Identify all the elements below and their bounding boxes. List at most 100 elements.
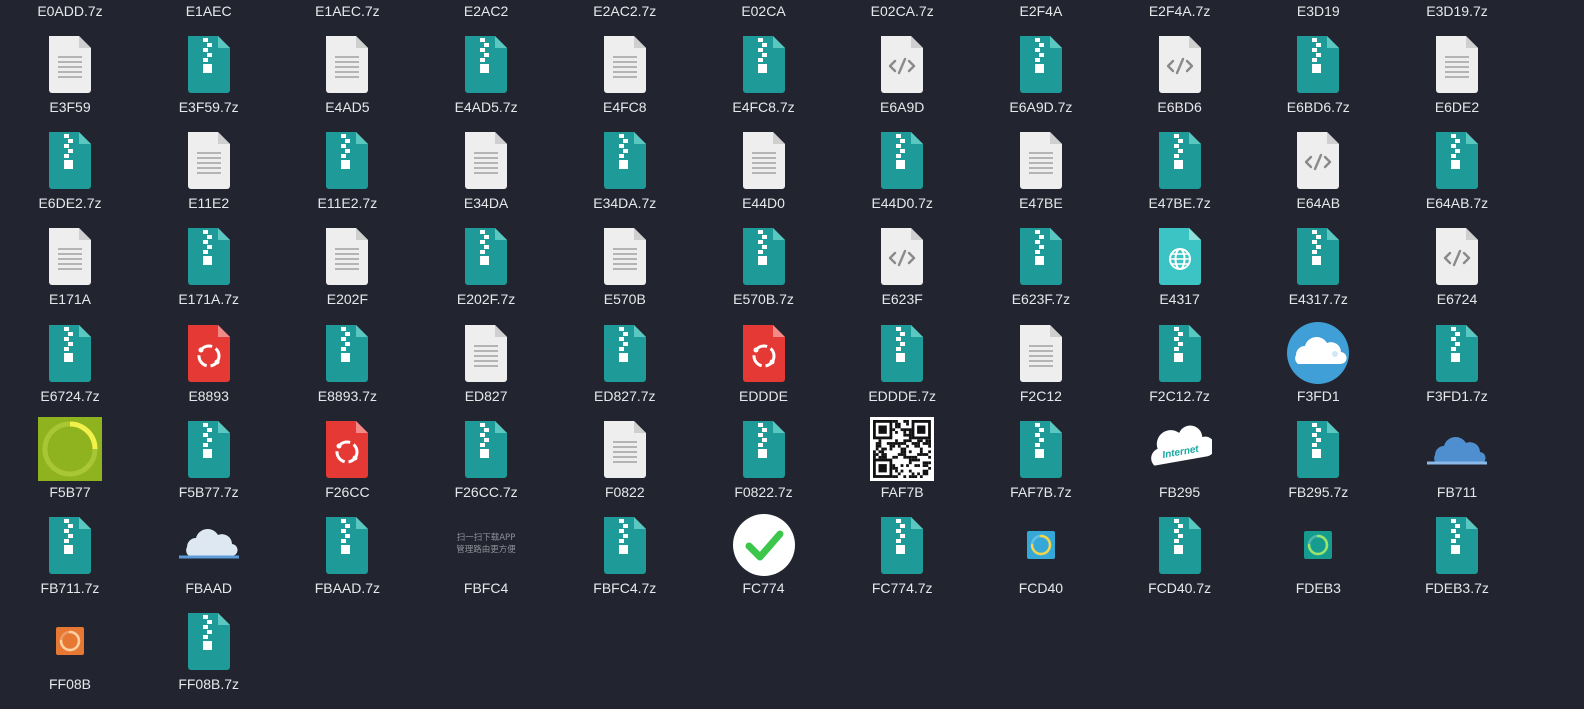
file-item[interactable]: E570B.7z: [704, 223, 824, 319]
file-item[interactable]: F0822.7z: [704, 416, 824, 512]
file-item[interactable]: F26CC.7z: [426, 416, 546, 512]
file-item[interactable]: E4AD5: [287, 31, 407, 127]
archive-icon: [454, 417, 518, 481]
file-item[interactable]: E202F: [287, 223, 407, 319]
file-name-label: E6A9D.7z: [1009, 99, 1073, 115]
file-item[interactable]: FB295.7z: [1258, 416, 1378, 512]
file-item[interactable]: E3F59: [10, 31, 130, 127]
file-item[interactable]: E8893: [149, 320, 269, 416]
file-item[interactable]: E4AD5.7z: [426, 31, 546, 127]
file-item[interactable]: E4317.7z: [1258, 223, 1378, 319]
file-item[interactable]: E202F.7z: [426, 223, 546, 319]
file-item[interactable]: E4317: [1120, 223, 1240, 319]
file-name-label: E34DA.7z: [593, 195, 657, 212]
file-item[interactable]: FCD40.7z: [1120, 512, 1240, 608]
file-item[interactable]: 扫一扫下载APP 管理路由更方便 FBFC4: [426, 512, 546, 608]
document-icon: [593, 417, 657, 481]
archive-icon: [870, 513, 934, 577]
file-item[interactable]: E4FC8.7z: [704, 31, 824, 127]
file-item[interactable]: E34DA.7z: [565, 127, 685, 223]
file-item[interactable]: EDDDE: [704, 320, 824, 416]
file-item[interactable]: F0822: [565, 416, 685, 512]
file-item[interactable]: E6724.7z: [10, 320, 130, 416]
file-item[interactable]: F3FD1.7z: [1397, 320, 1517, 416]
scan-download-text-icon: 扫一扫下载APP 管理路由更方便: [454, 513, 518, 577]
file-name-label: FBAAD.7z: [314, 580, 381, 596]
file-item[interactable]: FC774: [704, 512, 824, 608]
file-item[interactable]: FAF7B: [842, 416, 962, 512]
archive-icon: [593, 321, 657, 385]
file-item[interactable]: Internet FB295: [1120, 416, 1240, 512]
file-item[interactable]: ED827.7z: [565, 320, 685, 416]
file-name-label: E4317: [1159, 291, 1200, 308]
file-item[interactable]: E6724: [1397, 223, 1517, 319]
internet-cloud-icon: Internet: [1148, 417, 1212, 481]
file-name-label: E6BD6: [1157, 99, 1202, 115]
file-item[interactable]: FF08B.7z: [149, 608, 269, 704]
file-item[interactable]: E6BD6: [1120, 31, 1240, 127]
file-item[interactable]: E47BE: [981, 127, 1101, 223]
file-item[interactable]: E570B: [565, 223, 685, 319]
file-item[interactable]: E4FC8: [565, 31, 685, 127]
file-name-label: FBFC4.7z: [593, 580, 657, 596]
file-item[interactable]: F26CC: [287, 416, 407, 512]
cloud-circle-icon: [1286, 321, 1350, 385]
file-item[interactable]: E6DE2.7z: [10, 127, 130, 223]
archive-icon: [870, 321, 934, 385]
file-item[interactable]: F2C12.7z: [1120, 320, 1240, 416]
file-item[interactable]: E47BE.7z: [1120, 127, 1240, 223]
file-item[interactable]: E623F.7z: [981, 223, 1101, 319]
file-item[interactable]: FBAAD.7z: [287, 512, 407, 608]
file-item[interactable]: E44D0: [704, 127, 824, 223]
file-item[interactable]: E34DA: [426, 127, 546, 223]
file-item[interactable]: E6A9D.7z: [981, 31, 1101, 127]
file-item[interactable]: E44D0.7z: [842, 127, 962, 223]
file-item[interactable]: E3F59.7z: [149, 31, 269, 127]
file-item[interactable]: EDDDE.7z: [842, 320, 962, 416]
file-name-label: E6724.7z: [40, 387, 100, 404]
file-item[interactable]: FF08B: [10, 608, 130, 704]
archive-icon: [177, 32, 241, 96]
file-item[interactable]: F2C12: [981, 320, 1101, 416]
archive-icon: [1009, 417, 1073, 481]
file-name-label: E6DE2: [1434, 99, 1480, 115]
file-item[interactable]: E6BD6.7z: [1258, 31, 1378, 127]
file-item[interactable]: E8893.7z: [287, 320, 407, 416]
file-name-label: E8893.7z: [317, 387, 377, 404]
file-item[interactable]: E623F: [842, 223, 962, 319]
file-item[interactable]: FDEB3.7z: [1397, 512, 1517, 608]
file-item[interactable]: FC774.7z: [842, 512, 962, 608]
file-item[interactable]: FDEB3: [1258, 512, 1378, 608]
file-item[interactable]: E11E2.7z: [287, 127, 407, 223]
red-app-file-icon: [732, 321, 796, 385]
file-item[interactable]: E171A.7z: [149, 223, 269, 319]
file-name-label: FB711.7z: [40, 580, 100, 596]
file-item[interactable]: F5B77: [10, 416, 130, 512]
file-item[interactable]: E64AB: [1258, 127, 1378, 223]
file-item[interactable]: FCD40: [981, 512, 1101, 608]
document-icon: [593, 32, 657, 96]
file-item[interactable]: FB711.7z: [10, 512, 130, 608]
document-icon: [593, 224, 657, 288]
file-name-label: E2F4A.7z: [1148, 3, 1211, 19]
file-name-label: E2F4A: [1019, 3, 1063, 19]
loading-ring-green-icon: [38, 416, 102, 481]
file-item[interactable]: E6DE2: [1397, 31, 1517, 127]
file-name-label: E570B: [603, 291, 646, 308]
file-name-label: E4FC8: [603, 99, 647, 115]
file-item[interactable]: ED827: [426, 320, 546, 416]
archive-icon: [177, 224, 241, 288]
file-item[interactable]: F3FD1: [1258, 320, 1378, 416]
file-item[interactable]: FBAAD: [149, 512, 269, 608]
file-name-label: E64AB: [1296, 195, 1341, 212]
file-item[interactable]: E11E2: [149, 127, 269, 223]
file-item[interactable]: FBFC4.7z: [565, 512, 685, 608]
file-item[interactable]: E64AB.7z: [1397, 127, 1517, 223]
file-item[interactable]: FAF7B.7z: [981, 416, 1101, 512]
archive-icon: [1286, 417, 1350, 481]
file-item[interactable]: E171A: [10, 223, 130, 319]
file-item[interactable]: E6A9D: [842, 31, 962, 127]
svg-text:管理路由更方便: 管理路由更方便: [456, 544, 516, 555]
file-item[interactable]: F5B77.7z: [149, 416, 269, 512]
file-item[interactable]: FB711: [1397, 416, 1517, 512]
